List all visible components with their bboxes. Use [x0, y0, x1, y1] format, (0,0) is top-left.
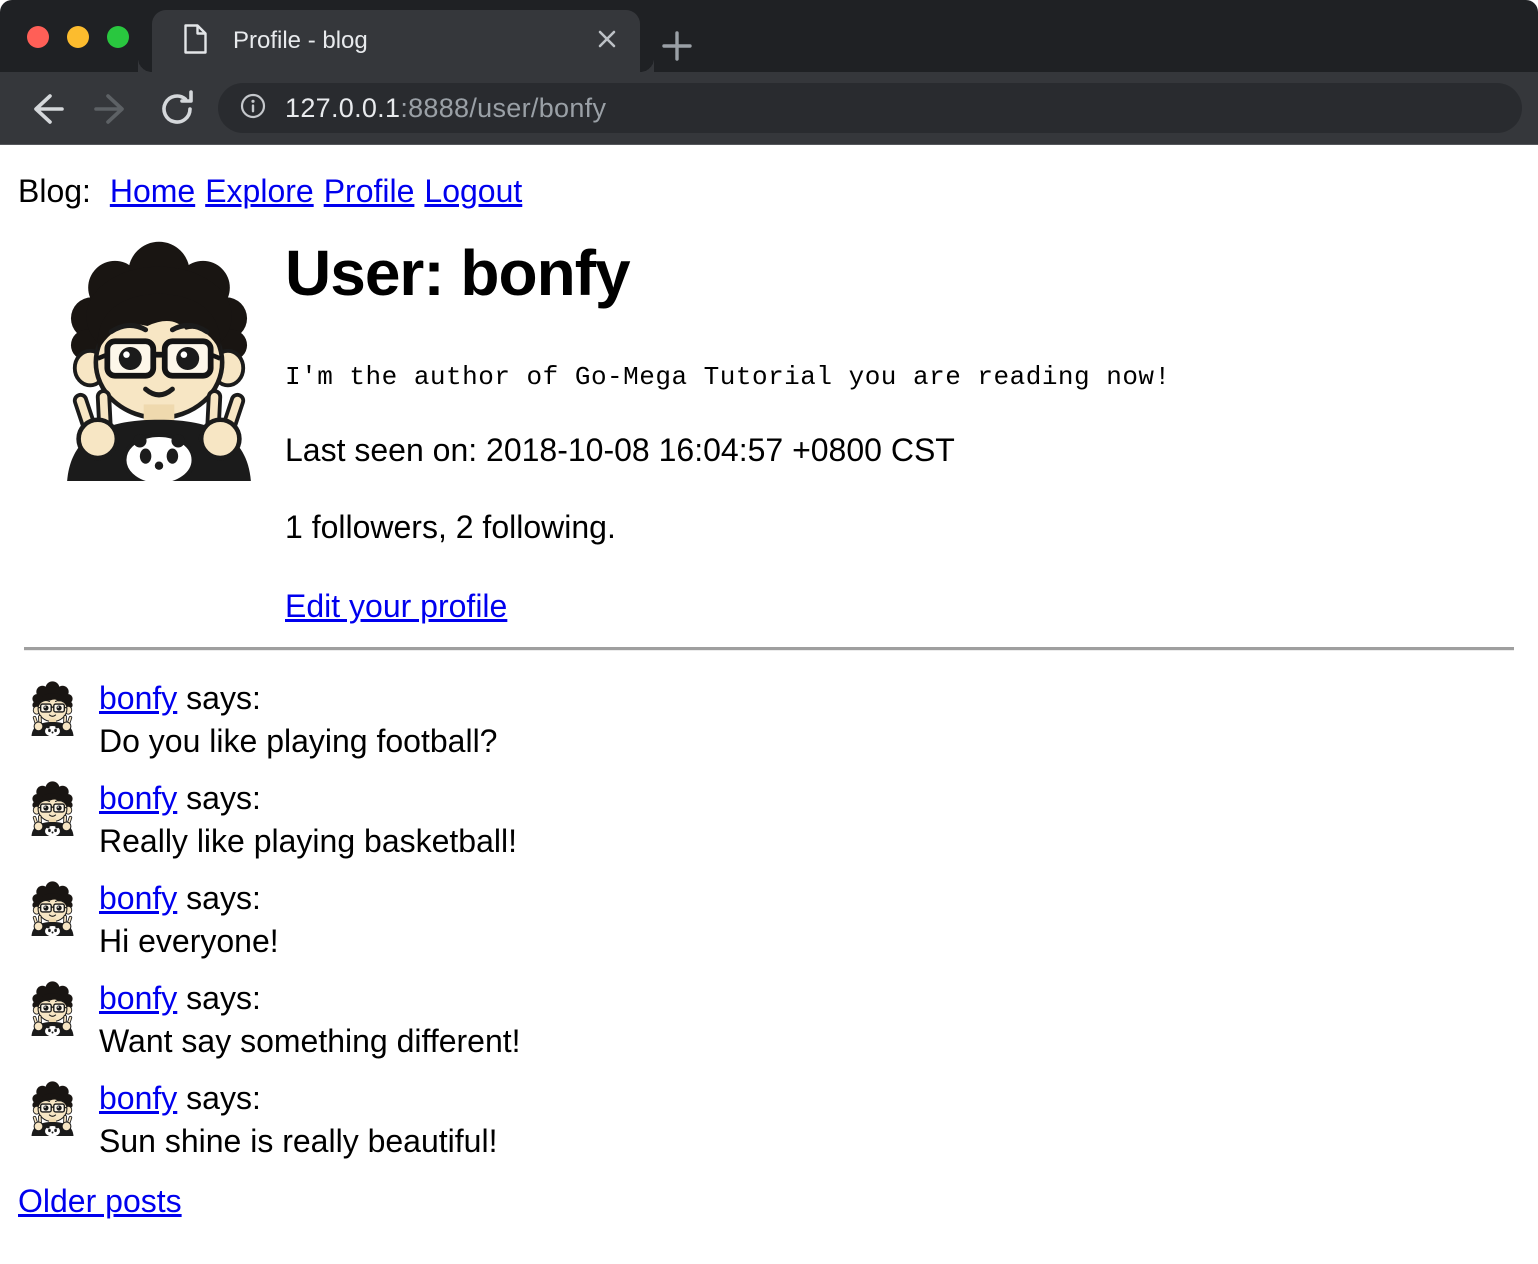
- post-header: bonfy says:: [99, 1077, 497, 1120]
- site-nav-label: Blog:: [18, 173, 100, 209]
- page-icon: [183, 24, 208, 59]
- divider: [24, 647, 1514, 651]
- browser-titlebar: Profile - blog: [0, 0, 1538, 72]
- zoom-window-button[interactable]: [107, 26, 129, 48]
- pagination: Older posts: [18, 1183, 1522, 1220]
- post-avatar-cell: [26, 677, 79, 763]
- profile-avatar-cell: [16, 230, 282, 625]
- new-tab-icon[interactable]: [660, 29, 694, 68]
- post-avatar-cell: [26, 877, 79, 963]
- edit-profile-line: Edit your profile: [285, 588, 1522, 625]
- post-header: bonfy says:: [99, 777, 517, 820]
- avatar-cartoon: [26, 780, 79, 836]
- url-host: 127.0.0.1: [285, 93, 400, 123]
- profile-avatar: [44, 236, 274, 481]
- info-icon[interactable]: [240, 93, 266, 124]
- post-author-link[interactable]: bonfy: [99, 880, 177, 916]
- post-says-label: says:: [186, 980, 261, 1016]
- nav-link-explore[interactable]: Explore: [205, 173, 314, 209]
- post-author-link[interactable]: bonfy: [99, 680, 177, 716]
- post-list: bonfy says: Do you like playing football…: [16, 677, 1522, 1163]
- profile-info: User: bonfy I'm the author of Go-Mega Tu…: [282, 230, 1522, 625]
- browser-tab[interactable]: Profile - blog: [152, 10, 640, 72]
- url-path: :8888/user/bonfy: [400, 93, 606, 123]
- address-bar[interactable]: 127.0.0.1:8888/user/bonfy: [218, 83, 1522, 133]
- post-header: bonfy says:: [99, 877, 279, 920]
- profile-follow-stats: 1 followers, 2 following.: [285, 509, 1522, 546]
- page-title: User: bonfy: [285, 236, 1522, 310]
- post-avatar: [26, 680, 79, 736]
- window-controls: [27, 26, 129, 48]
- avatar-cartoon: [44, 236, 274, 481]
- post-row: bonfy says: Want say something different…: [16, 977, 1522, 1063]
- post-says-label: says:: [186, 780, 261, 816]
- minimize-window-button[interactable]: [67, 26, 89, 48]
- post-row: bonfy says: Sun shine is really beautifu…: [16, 1077, 1522, 1163]
- post-row: bonfy says: Really like playing basketba…: [16, 777, 1522, 863]
- browser-toolbar: 127.0.0.1:8888/user/bonfy: [0, 72, 1538, 145]
- post-text: bonfy says: Sun shine is really beautifu…: [99, 1077, 497, 1163]
- nav-link-home[interactable]: Home: [110, 173, 195, 209]
- post-header: bonfy says:: [99, 677, 497, 720]
- post-text: bonfy says: Do you like playing football…: [99, 677, 497, 763]
- post-avatar: [26, 980, 79, 1036]
- post-author-link[interactable]: bonfy: [99, 1080, 177, 1116]
- post-says-label: says:: [186, 880, 261, 916]
- nav-link-logout[interactable]: Logout: [424, 173, 522, 209]
- older-posts-link[interactable]: Older posts: [18, 1183, 182, 1219]
- post-author-link[interactable]: bonfy: [99, 780, 177, 816]
- post-body: Want say something different!: [99, 1020, 521, 1063]
- site-nav: Blog: Home Explore ProfileLogout: [18, 173, 1522, 210]
- profile-about: I'm the author of Go-Mega Tutorial you a…: [285, 362, 1522, 392]
- tab-close-icon[interactable]: [596, 28, 618, 55]
- avatar-cartoon: [26, 980, 79, 1036]
- post-body: Do you like playing football?: [99, 720, 497, 763]
- tab-title: Profile - blog: [233, 27, 596, 55]
- post-row: bonfy says: Do you like playing football…: [16, 677, 1522, 763]
- url-text: 127.0.0.1:8888/user/bonfy: [285, 93, 606, 124]
- avatar-cartoon: [26, 880, 79, 936]
- edit-profile-link[interactable]: Edit your profile: [285, 588, 507, 624]
- post-avatar-cell: [26, 977, 79, 1063]
- close-window-button[interactable]: [27, 26, 49, 48]
- post-body: Really like playing basketball!: [99, 820, 517, 863]
- post-text: bonfy says: Really like playing basketba…: [99, 777, 517, 863]
- avatar-cartoon: [26, 680, 79, 736]
- nav-link-profile[interactable]: Profile: [324, 173, 415, 209]
- post-avatar-cell: [26, 777, 79, 863]
- post-avatar: [26, 880, 79, 936]
- post-text: bonfy says: Want say something different…: [99, 977, 521, 1063]
- profile-last-seen: Last seen on: 2018-10-08 16:04:57 +0800 …: [285, 432, 1522, 469]
- profile-section: User: bonfy I'm the author of Go-Mega Tu…: [16, 230, 1522, 625]
- post-avatar: [26, 780, 79, 836]
- page-content: Blog: Home Explore ProfileLogout: [0, 145, 1538, 1236]
- post-body: Sun shine is really beautiful!: [99, 1120, 497, 1163]
- post-row: bonfy says: Hi everyone!: [16, 877, 1522, 963]
- back-icon[interactable]: [26, 88, 68, 135]
- post-text: bonfy says: Hi everyone!: [99, 877, 279, 963]
- post-says-label: says:: [186, 1080, 261, 1116]
- browser-window: Profile - blog: [0, 0, 1538, 1264]
- post-author-link[interactable]: bonfy: [99, 980, 177, 1016]
- forward-icon[interactable]: [90, 88, 132, 135]
- post-avatar: [26, 1080, 79, 1136]
- post-header: bonfy says:: [99, 977, 521, 1020]
- reload-icon[interactable]: [156, 88, 198, 135]
- post-body: Hi everyone!: [99, 920, 279, 963]
- post-avatar-cell: [26, 1077, 79, 1163]
- post-says-label: says:: [186, 680, 261, 716]
- avatar-cartoon: [26, 1080, 79, 1136]
